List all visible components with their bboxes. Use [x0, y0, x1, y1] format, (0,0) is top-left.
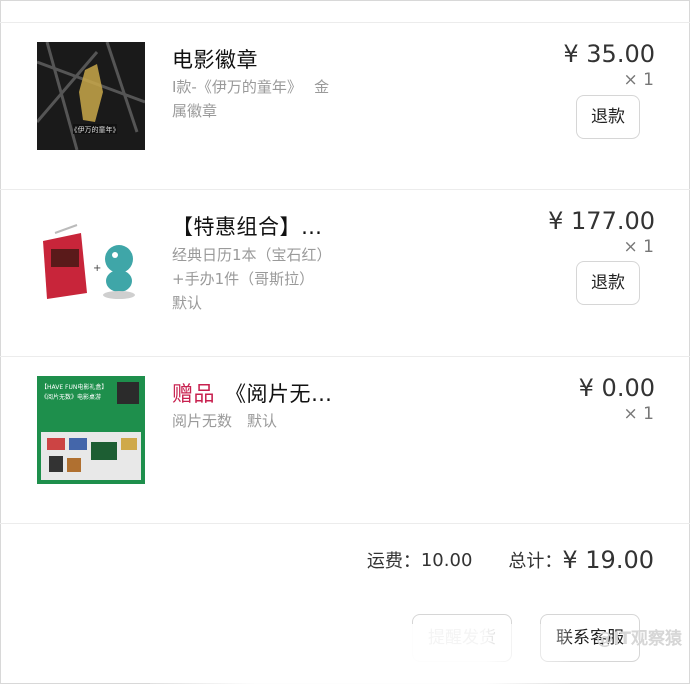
item-spec: 阅片无数 默认: [172, 409, 277, 433]
thumb-caption: 《伊万的童年》: [71, 125, 120, 134]
item-price: ¥ 0.00: [578, 374, 655, 402]
item-thumbnail-badge: 《伊万的童年》: [37, 42, 145, 150]
item-spec-line: 属徽章: [172, 102, 218, 120]
item-title: 电影徽章: [172, 48, 258, 72]
item-title-text: 《阅片无…: [225, 382, 333, 406]
thumb-caption: 《阅片无数》电影桌游: [41, 393, 101, 401]
item-thumbnail-boardgame: 【HAVE FUN电影礼盒】 《阅片无数》电影桌游: [37, 376, 145, 484]
top-divider: [0, 0, 690, 23]
item-spec-line: 经典日历1本（宝石红）: [172, 246, 332, 264]
svg-text:+: +: [93, 263, 101, 274]
watermark: @IT观察猿: [596, 629, 682, 649]
thumb-caption: 【HAVE FUN电影礼盒】: [41, 383, 107, 391]
shipping-value: 10.00: [420, 549, 473, 571]
item-quantity: × 1: [623, 237, 654, 257]
item-spec-line: I款-《伊万的童年》 金: [172, 78, 330, 96]
order-item-1: 《伊万的童年》 电影徽章 I款-《伊万的童年》 金 属徽章 ¥ 35.00 × …: [0, 22, 690, 190]
refund-button[interactable]: 退款: [576, 261, 640, 305]
shipping-label: 运费：: [366, 551, 421, 572]
refund-button[interactable]: 退款: [576, 95, 640, 139]
item-title: 赠品 《阅片无…: [172, 378, 333, 408]
remind-shipping-button[interactable]: 提醒发货: [412, 614, 512, 662]
item-spec-line: 阅片无数 默认: [172, 412, 278, 430]
order-item-2: + 【特惠组合】… 经典日历1本（宝石红） +手办1件（哥斯拉） 默认 ¥ 17…: [0, 189, 690, 357]
item-spec-line: +手办1件（哥斯拉）: [172, 270, 315, 288]
item-thumbnail-combo: +: [37, 211, 145, 319]
total-label: 总计：: [508, 551, 563, 572]
item-quantity: × 1: [623, 404, 654, 424]
item-quantity: × 1: [623, 70, 654, 90]
item-title: 【特惠组合】…: [172, 215, 323, 239]
order-item-3-gift: 【HAVE FUN电影礼盒】 《阅片无数》电影桌游 赠品 《阅片无… 阅片无数 默…: [0, 356, 690, 524]
gift-tag: 赠品: [172, 382, 215, 406]
item-price: ¥ 35.00: [563, 40, 655, 68]
order-summary: 运费：10.00 总计：¥ 19.00: [367, 546, 654, 574]
item-spec: 经典日历1本（宝石红） +手办1件（哥斯拉） 默认: [172, 243, 332, 315]
item-spec-line: 默认: [172, 294, 203, 312]
item-spec: I款-《伊万的童年》 金 属徽章: [172, 75, 329, 123]
item-price: ¥ 177.00: [548, 207, 655, 235]
total-value: ¥ 19.00: [562, 546, 654, 574]
